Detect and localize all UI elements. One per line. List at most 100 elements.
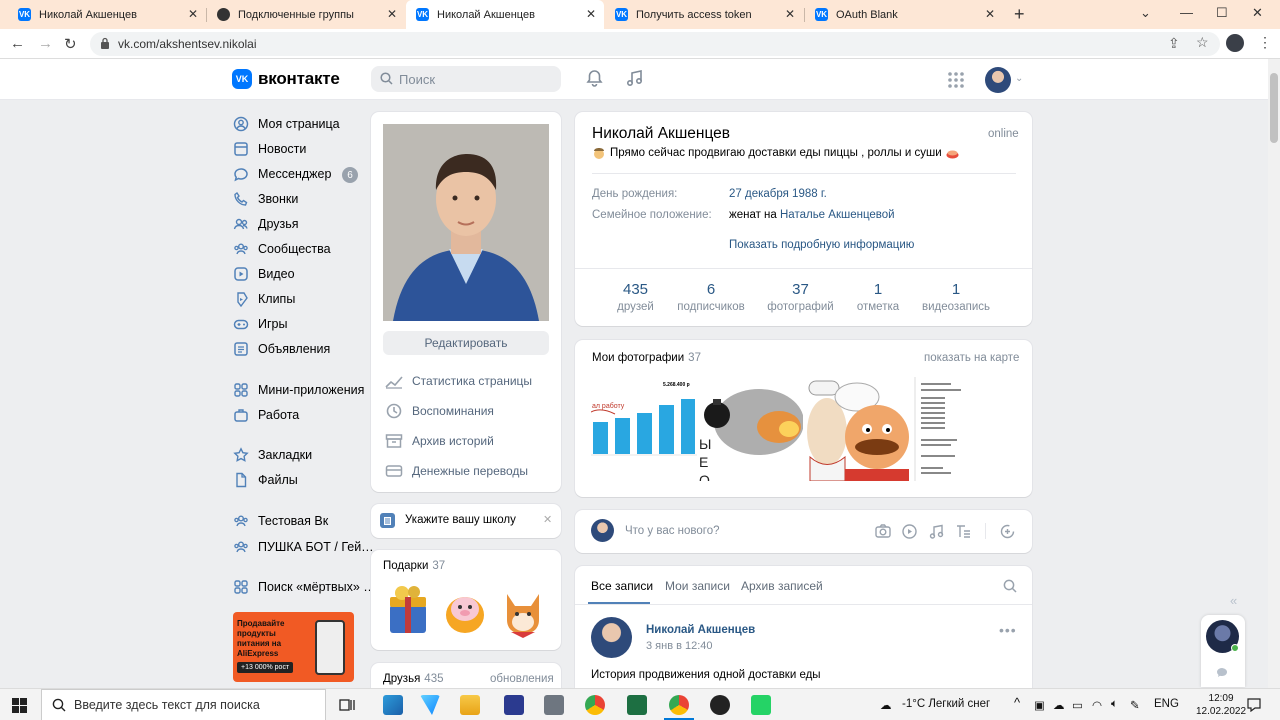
sidebar-item[interactable]: Игры: [233, 313, 287, 335]
calculator-app-icon[interactable]: [544, 695, 564, 715]
apps-grid-icon[interactable]: [948, 72, 964, 88]
vk-logo[interactable]: VK вконтакте: [232, 69, 340, 89]
scrollbar-thumb[interactable]: [1270, 73, 1278, 143]
ad-banner[interactable]: Продавайте продукты питания на AliExpres…: [233, 612, 354, 682]
tab-search-chevron-icon[interactable]: ⌄: [1140, 5, 1151, 21]
reload-icon[interactable]: ↻: [64, 35, 77, 53]
money-transfers-link[interactable]: Денежные переводы: [385, 462, 528, 480]
chrome-active-app-icon[interactable]: [669, 695, 689, 715]
spouse-link[interactable]: Наталье Акшенцевой: [780, 209, 895, 221]
tray-app-icon[interactable]: ▣: [1034, 698, 1045, 712]
chrome-app-icon[interactable]: [585, 695, 605, 715]
telegram-app-icon[interactable]: [420, 695, 440, 715]
notification-icon[interactable]: [1247, 698, 1261, 712]
article-icon[interactable]: [956, 524, 971, 539]
sidebar-item[interactable]: Файлы: [233, 469, 298, 491]
sidebar-item[interactable]: Звонки: [233, 188, 298, 210]
collapse-chevrons-icon[interactable]: «: [1230, 593, 1237, 608]
close-icon[interactable]: ✕: [543, 513, 552, 526]
photo-thumb-text-list[interactable]: [913, 377, 973, 481]
close-tab-icon[interactable]: ✕: [785, 7, 795, 21]
browser-tab[interactable]: Подключенные группы ✕: [207, 0, 405, 29]
window-close-icon[interactable]: ✕: [1252, 5, 1263, 21]
sidebar-item[interactable]: Мини-приложения: [233, 379, 364, 401]
stories-archive-link[interactable]: Архив историй: [385, 432, 494, 450]
volume-icon[interactable]: 🔈︎: [1111, 698, 1118, 711]
browser-tab-active[interactable]: VK Николай Акшенцев ✕: [406, 0, 604, 29]
page-stats-link[interactable]: Статистика страницы: [385, 372, 532, 390]
onedrive-icon[interactable]: ☁: [1053, 698, 1065, 712]
music-icon[interactable]: [626, 69, 643, 87]
forward-arrow-icon[interactable]: →: [38, 35, 53, 52]
sidebar-item[interactable]: Клипы: [233, 288, 295, 310]
new-tab-icon[interactable]: +: [1014, 4, 1025, 25]
wifi-icon[interactable]: ◠: [1092, 698, 1102, 712]
story-add-icon[interactable]: [1000, 524, 1015, 539]
friends-updates-link[interactable]: обновления: [490, 673, 554, 685]
sidebar-item[interactable]: Объявления: [233, 338, 330, 360]
back-arrow-icon[interactable]: ←: [10, 35, 25, 52]
editor-app-icon[interactable]: [504, 695, 524, 715]
music-note-icon[interactable]: [929, 524, 944, 539]
minimize-icon[interactable]: —: [1180, 5, 1193, 20]
green-app-icon[interactable]: [751, 695, 771, 715]
sidebar-item[interactable]: Новости: [233, 138, 306, 160]
counter-photos[interactable]: 37 фотографий: [763, 281, 838, 313]
birthday-value[interactable]: 27 декабря 1988 г.: [729, 188, 827, 200]
chat-bubble-icon[interactable]: [1216, 667, 1228, 678]
show-on-map-link[interactable]: показать на карте: [924, 352, 1019, 364]
file-explorer-icon[interactable]: [460, 695, 480, 715]
maximize-icon[interactable]: ☐: [1216, 5, 1228, 21]
more-options-icon[interactable]: •••: [999, 622, 1017, 638]
post-date[interactable]: 3 янв в 12:40: [646, 640, 713, 652]
memories-link[interactable]: Воспоминания: [385, 402, 494, 420]
sidebar-item[interactable]: Поиск «мёртвых» …: [233, 576, 376, 598]
camera-icon[interactable]: [875, 524, 891, 538]
counter-followers[interactable]: 6 подписчиков: [672, 281, 750, 313]
excel-app-icon[interactable]: [627, 695, 647, 715]
photo-thumb-bomb[interactable]: ЫЕ ОВ: [699, 377, 803, 481]
store-app-icon[interactable]: [383, 695, 403, 715]
chevron-down-icon[interactable]: ⌄: [1015, 73, 1023, 84]
tab-my-posts[interactable]: Мои записи: [665, 579, 730, 593]
photo-thumb-chefs[interactable]: [805, 377, 911, 481]
video-play-icon[interactable]: [902, 524, 917, 539]
sidebar-item[interactable]: Сообщества: [233, 238, 331, 260]
composer-placeholder[interactable]: Что у вас нового?: [625, 525, 720, 537]
taskbar-search-input[interactable]: Введите здесь текст для поиска: [41, 689, 326, 720]
language-indicator[interactable]: ENG: [1154, 698, 1179, 710]
weather-text[interactable]: -1°C Легкий снег: [902, 698, 990, 710]
tray-chevron-icon[interactable]: ^: [1014, 695, 1020, 710]
tab-all-posts[interactable]: Все записи: [591, 579, 653, 593]
gifts-card[interactable]: Подарки 37: [371, 550, 561, 650]
close-tab-icon[interactable]: ✕: [586, 7, 596, 21]
browser-tab[interactable]: VK Николай Акшенцев ✕: [8, 0, 206, 29]
task-view-icon[interactable]: [339, 697, 355, 713]
post-author-avatar[interactable]: [591, 617, 632, 658]
sidebar-item[interactable]: Друзья: [233, 213, 299, 235]
battery-icon[interactable]: ▭: [1072, 698, 1083, 712]
photo-thumb-chart[interactable]: 5.268.400 р ал работу: [591, 377, 697, 481]
share-icon[interactable]: ⇪: [1168, 35, 1180, 52]
counter-tags[interactable]: 1 отметка: [849, 281, 907, 313]
browser-menu-icon[interactable]: ⋮: [1258, 34, 1272, 51]
profile-photo[interactable]: [383, 124, 549, 321]
close-tab-icon[interactable]: ✕: [985, 7, 995, 21]
page-scrollbar[interactable]: [1268, 59, 1280, 689]
browser-tab[interactable]: VK Получить access token ✕: [605, 0, 803, 29]
sidebar-item[interactable]: ПУШКА БОТ / Гей…: [233, 536, 374, 558]
sidebar-item[interactable]: Моя страница: [233, 113, 340, 135]
photos-title[interactable]: Мои фотографии 37: [592, 352, 701, 364]
header-avatar[interactable]: [985, 67, 1011, 93]
search-input[interactable]: Поиск: [371, 66, 561, 92]
counter-friends[interactable]: 435 друзей: [608, 281, 663, 313]
school-prompt-card[interactable]: Укажите вашу школу ✕: [371, 504, 561, 538]
counter-videos[interactable]: 1 видеозапись: [918, 281, 994, 313]
sidebar-item[interactable]: Тестовая Вк: [233, 510, 328, 532]
tab-posts-archive[interactable]: Архив записей: [741, 579, 823, 593]
post-author-name[interactable]: Николай Акшенцев: [646, 624, 755, 636]
sidebar-item[interactable]: Закладки: [233, 444, 312, 466]
sidebar-item[interactable]: Видео: [233, 263, 295, 285]
close-tab-icon[interactable]: ✕: [188, 7, 198, 21]
edit-profile-button[interactable]: Редактировать: [383, 331, 549, 355]
